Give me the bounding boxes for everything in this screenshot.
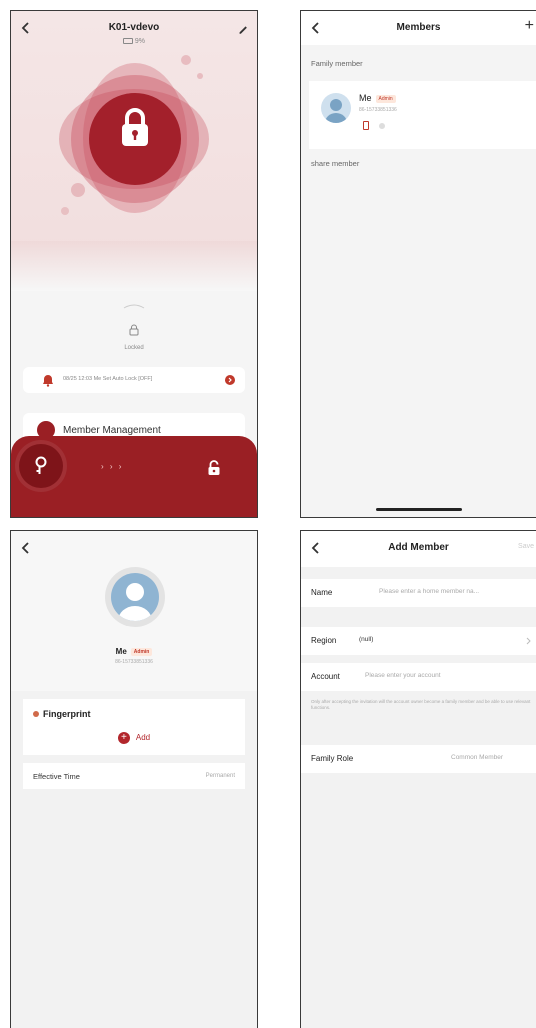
detail-navbar xyxy=(11,531,257,565)
account-row[interactable]: Account Please enter your account xyxy=(301,663,536,691)
log-text: 08/25 12:03 Me Set Auto Lock [OFF] xyxy=(63,376,153,382)
name-input[interactable]: Please enter a home member na... xyxy=(379,588,479,595)
avatar[interactable] xyxy=(111,573,159,621)
member-management-label: Member Management xyxy=(63,425,161,436)
member-name-line: Me Admin xyxy=(359,93,396,103)
member-account: 86-15733851336 xyxy=(359,107,397,113)
member-card[interactable]: Me Admin 86-15733851336 xyxy=(309,81,536,149)
detail-account: 86-15733851336 xyxy=(115,659,153,665)
avatar xyxy=(321,93,351,123)
account-label: Account xyxy=(311,672,340,681)
family-role-value: Common Member xyxy=(451,754,504,761)
save-button[interactable]: Save xyxy=(518,543,534,550)
avatar-frame xyxy=(105,567,165,627)
lock-home-screen: K01-vdevo 9% Locked 08/25 12:03 Me Set A… xyxy=(10,10,258,518)
add-member-screen: Add Member Save Name Please enter a home… xyxy=(300,530,536,1028)
lock-icon[interactable] xyxy=(119,107,151,149)
key-icon xyxy=(35,456,47,474)
region-label: Region xyxy=(311,636,337,645)
fingerprint-indicator-icon xyxy=(379,123,385,129)
add-member-title: Add Member xyxy=(388,542,449,553)
add-member-navbar: Add Member Save xyxy=(301,531,536,567)
detail-name-line: Me Admin xyxy=(11,647,257,656)
home-indicator xyxy=(375,508,462,511)
account-input[interactable]: Please enter your account xyxy=(365,672,441,679)
key-button[interactable] xyxy=(19,444,63,488)
invitation-note: Only after accepting the invitation will… xyxy=(311,699,531,710)
back-icon[interactable] xyxy=(19,541,33,555)
device-title: K01-vdevo xyxy=(108,22,160,33)
edit-icon[interactable] xyxy=(237,23,249,35)
admin-badge: Admin xyxy=(130,647,153,656)
fingerprint-card: Fingerprint + Add xyxy=(23,699,245,755)
bell-icon xyxy=(43,375,53,387)
member-detail-screen: Me Admin 86-15733851336 Fingerprint + Add … xyxy=(10,530,258,1028)
fingerprint-icon xyxy=(33,711,39,717)
region-value: (null) xyxy=(359,636,374,643)
admin-badge: Admin xyxy=(375,94,396,103)
plus-icon: + xyxy=(117,732,130,744)
chevron-right-icon xyxy=(526,637,531,645)
log-arrow-icon[interactable] xyxy=(225,375,235,385)
add-label: Add xyxy=(135,733,151,743)
family-role-row[interactable]: Family Role Common Member xyxy=(301,745,536,773)
avatar-person-icon xyxy=(111,573,159,621)
detail-member-name: Me xyxy=(115,647,127,656)
member-name: Me xyxy=(359,93,372,103)
family-section-label: Family member xyxy=(311,59,363,68)
signal-arc-icon xyxy=(123,304,145,309)
add-member-icon[interactable]: + xyxy=(525,17,534,35)
battery-indicator: 9% xyxy=(11,38,257,45)
lock-status-label: Locked xyxy=(124,345,144,351)
avatar-person-icon xyxy=(325,99,347,123)
name-row[interactable]: Name Please enter a home member na... xyxy=(301,579,536,607)
unlock-slider-bar[interactable]: › › › xyxy=(11,436,257,517)
slide-hint: › › › xyxy=(101,462,124,471)
region-row[interactable]: Region (null) xyxy=(301,627,536,655)
members-navbar: Members + xyxy=(301,11,536,45)
effective-time-value: Permanent xyxy=(205,773,235,779)
members-screen: Members + Family member Me Admin 86-15733… xyxy=(300,10,536,518)
unlock-icon[interactable] xyxy=(207,460,221,476)
effective-time-row[interactable]: Effective Time Permanent xyxy=(23,763,245,789)
lock-status: Locked xyxy=(11,296,257,351)
phone-icon xyxy=(363,121,369,130)
battery-level: 9% xyxy=(134,38,146,45)
effective-time-label: Effective Time xyxy=(33,772,80,781)
name-label: Name xyxy=(311,588,333,597)
family-role-label: Family Role xyxy=(311,754,354,763)
share-section-label: share member xyxy=(311,159,360,168)
add-fingerprint-button[interactable]: + Add xyxy=(23,732,245,744)
members-title: Members xyxy=(396,22,441,33)
battery-icon xyxy=(122,38,133,45)
operation-log-row[interactable]: 08/25 12:03 Me Set Auto Lock [OFF] xyxy=(23,367,245,393)
small-lock-icon xyxy=(129,324,139,336)
fingerprint-title: Fingerprint xyxy=(43,709,91,719)
